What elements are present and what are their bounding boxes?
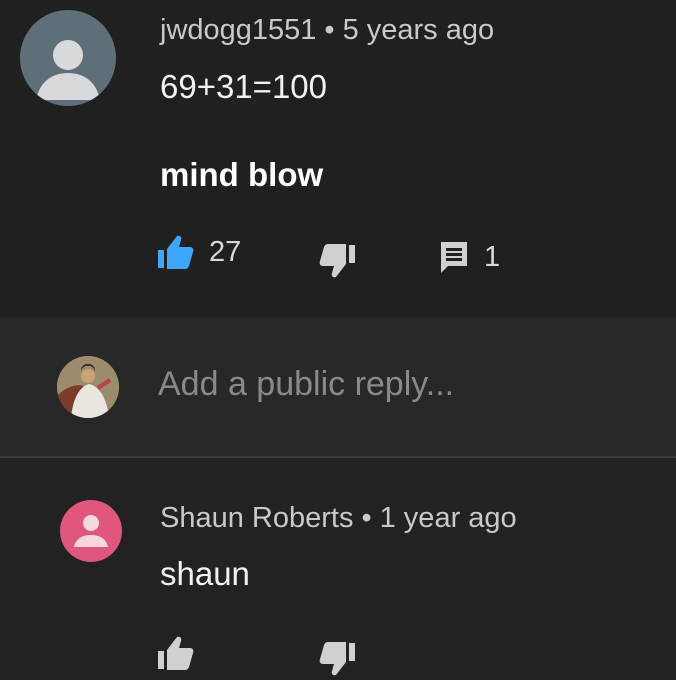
current-user-avatar[interactable] [57, 356, 119, 418]
like-button[interactable] [157, 635, 195, 671]
comment-meta: jwdogg1551 • 5 years ago [160, 14, 494, 47]
thumbs-down-icon [319, 642, 355, 676]
comment-text-line-1: shaun [160, 555, 250, 592]
thumbs-up-icon [158, 636, 194, 670]
default-user-icon [36, 40, 100, 100]
comment-meta: Shaun Roberts • 1 year ago [160, 502, 517, 535]
dislike-button[interactable] [318, 243, 356, 279]
avatar[interactable] [60, 500, 122, 562]
dislike-button[interactable] [318, 641, 356, 677]
profile-picture-icon [57, 356, 119, 418]
avatar[interactable] [20, 10, 116, 106]
timestamp[interactable]: 1 year ago [380, 502, 517, 534]
reply-count: 1 [484, 240, 501, 273]
timestamp[interactable]: 5 years ago [343, 14, 495, 46]
like-button[interactable]: 27 [157, 234, 241, 270]
thumbs-down-icon [319, 244, 355, 278]
comment-shaun-roberts: Shaun Roberts • 1 year ago shaun [0, 458, 676, 680]
comment-icon [441, 242, 467, 273]
like-count: 27 [209, 235, 242, 268]
comment-text-line-2: mind blow [160, 156, 324, 193]
reply-count-button[interactable]: 1 [438, 240, 500, 274]
separator-dot: • [361, 502, 372, 534]
comment-text-line-1: 69+31=100 [160, 68, 328, 105]
separator-dot: • [324, 14, 335, 46]
author-name[interactable]: jwdogg1551 [160, 14, 316, 46]
comment-jwdogg1551: jwdogg1551 • 5 years ago 69+31=100 mind bl… [0, 0, 676, 318]
reply-input[interactable]: Add a public reply... [158, 365, 638, 409]
thumbs-up-icon [158, 235, 194, 269]
default-user-icon [74, 515, 108, 547]
reply-bar: Add a public reply... [0, 318, 676, 456]
reply-placeholder: Add a public reply... [158, 365, 455, 403]
author-name[interactable]: Shaun Roberts [160, 502, 353, 534]
